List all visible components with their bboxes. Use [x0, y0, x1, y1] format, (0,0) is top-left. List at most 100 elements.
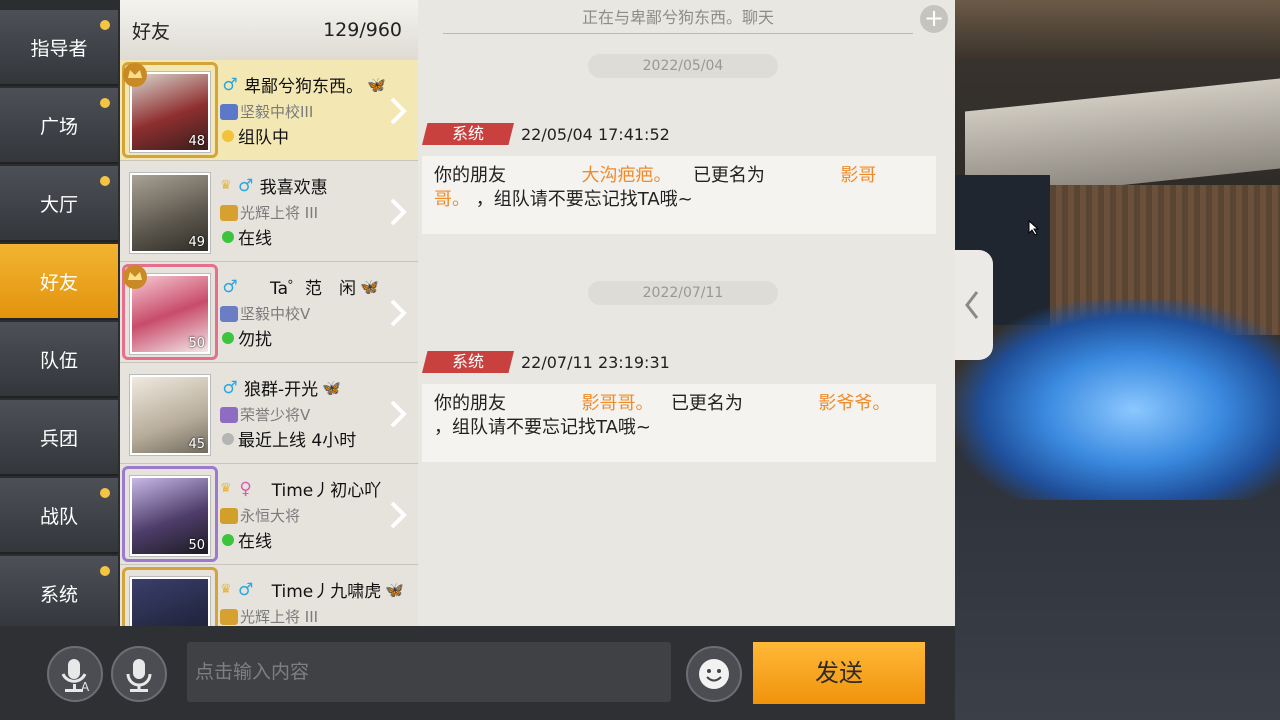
chevron-left-icon: [965, 291, 979, 319]
notification-dot: [100, 488, 110, 498]
sidebar-item-label: 战队: [39, 505, 78, 528]
game-scene-background: [955, 0, 1280, 720]
chevron-right-icon[interactable]: [386, 197, 410, 227]
chat-input[interactable]: 点击输入内容: [187, 642, 671, 702]
level-label: 49: [188, 235, 205, 250]
sidebar-item-plaza[interactable]: 广场: [0, 88, 118, 164]
friend-row[interactable]: 45 ♂ 狼群-开光 🦋 荣誉少将V 最近上线 4小时: [120, 363, 418, 464]
level-label: 50: [188, 538, 205, 553]
message-time: 22/05/04 17:41:52: [521, 125, 670, 144]
status-line: 在线: [222, 224, 272, 249]
status-dot-icon: [222, 230, 234, 243]
level-label: 48: [188, 134, 205, 149]
status-dot-icon: [222, 129, 234, 142]
crown-icon: ♛: [220, 481, 232, 496]
sidebar-item-label: 系统: [39, 583, 78, 606]
avatar[interactable]: 50: [130, 476, 210, 556]
voice-to-text-button[interactable]: A: [47, 646, 103, 702]
sidebar-item-system[interactable]: 系统: [0, 556, 118, 632]
friend-count: 129/960: [323, 19, 402, 41]
friend-name: 狼群-开光: [244, 380, 319, 400]
vip-crown-icon: [123, 63, 147, 87]
avatar[interactable]: 49: [130, 173, 210, 253]
friend-row[interactable]: ♛ ♂ Time丿九啸虎 🦋 光辉上将 III: [120, 565, 418, 626]
send-button[interactable]: 发送: [753, 642, 925, 704]
rank-line: 坚毅中校III: [220, 101, 313, 122]
rank-label: 光辉上将 III: [240, 204, 319, 222]
car-model[interactable]: [955, 300, 1280, 500]
avatar[interactable]: 45: [130, 375, 210, 455]
sidebar-item-label: 大厅: [39, 193, 78, 216]
sidebar-item-team[interactable]: 队伍: [0, 322, 118, 398]
butterfly-icon: 🦋: [367, 75, 386, 94]
chevron-right-icon[interactable]: [386, 298, 410, 328]
category-sidebar: 指导者 广场 大厅 好友 队伍 兵团 战队 系统: [0, 0, 120, 632]
message-prefix: 你的朋友: [434, 393, 506, 414]
sidebar-item-friends[interactable]: 好友: [0, 244, 118, 320]
friend-row[interactable]: 49 ♛ ♂ 我喜欢惠 光辉上将 III 在线: [120, 161, 418, 262]
friend-name-line: ♛ ♂ 我喜欢惠: [220, 173, 328, 199]
rank-line: 荣誉少将V: [220, 404, 310, 425]
date-divider: 2022/05/04: [588, 54, 778, 78]
sidebar-item-mentor[interactable]: 指导者: [0, 10, 118, 86]
sidebar-item-label: 广场: [39, 115, 78, 138]
friend-name-line: ♛ ♀ Time丿初心吖: [220, 476, 382, 502]
butterfly-icon: 🦋: [385, 580, 404, 599]
rank-label: 坚毅中校V: [240, 305, 311, 323]
rank-label: 荣誉少将V: [240, 406, 311, 424]
friend-row[interactable]: 50 ♛ ♀ Time丿初心吖 永恒大将 在线: [120, 464, 418, 565]
vip-crown-icon: [123, 265, 147, 289]
sidebar-item-corps[interactable]: 兵团: [0, 400, 118, 476]
friend-name: Time丿初心吖: [271, 481, 382, 501]
old-name: 影哥哥。: [581, 393, 654, 414]
mic-text-icon: A: [61, 659, 90, 694]
status-label: 组队中: [238, 128, 289, 148]
male-icon: ♂: [238, 175, 254, 196]
plus-icon[interactable]: +: [920, 5, 948, 33]
chevron-right-icon[interactable]: [386, 96, 410, 126]
sidebar-item-label: 兵团: [39, 427, 78, 450]
rank-icon: [220, 507, 238, 524]
message-suffix: ，组队请不要忘记找TA哦~: [434, 417, 651, 438]
chevron-right-icon[interactable]: [386, 399, 410, 429]
expand-tab[interactable]: [955, 250, 993, 360]
friend-name-line: ♂ 卑鄙兮狗东西。 🦋: [220, 72, 386, 98]
sidebar-item-hall[interactable]: 大厅: [0, 166, 118, 242]
male-icon: ♂: [238, 579, 254, 600]
chevron-right-icon[interactable]: [386, 500, 410, 530]
friend-name-line: ♂ Ta゜范 闲 🦋: [220, 274, 378, 300]
friend-row[interactable]: 50 ♂ Ta゜范 闲 🦋 坚毅中校V 勿扰: [120, 262, 418, 363]
rank-label: 光辉上将 III: [240, 608, 319, 626]
rank-line: 坚毅中校V: [220, 303, 310, 324]
emoji-button[interactable]: [686, 646, 742, 702]
old-name: 大沟疤疤。: [581, 165, 672, 186]
system-tag: 系统: [422, 123, 514, 145]
sidebar-item-squad[interactable]: 战队: [0, 478, 118, 554]
rank-line: 永恒大将: [220, 505, 300, 526]
new-name: 影哥: [840, 165, 877, 186]
status-dot-icon: [222, 533, 234, 546]
friend-row[interactable]: 48 ♂ 卑鄙兮狗东西。 🦋 坚毅中校III 组队中: [120, 60, 418, 161]
message-mid: 已更名为: [670, 393, 743, 414]
status-line: 在线: [222, 527, 272, 552]
sidebar-item-label: 指导者: [30, 37, 88, 60]
status-label: 在线: [238, 532, 272, 552]
new-name: 影爷爷。: [818, 393, 891, 414]
status-dot-icon: [222, 331, 234, 344]
level-label: 50: [188, 336, 205, 351]
chat-panel: 正在与卑鄙兮狗东西。聊天 + 2022/05/04 系统 22/05/04 17…: [418, 0, 955, 626]
status-line: 组队中: [222, 123, 289, 148]
rank-icon: [220, 305, 238, 322]
mic-icon: [126, 659, 152, 692]
rank-icon: [220, 103, 238, 120]
notification-dot: [100, 176, 110, 186]
voice-button[interactable]: [111, 646, 167, 702]
rank-label: 坚毅中校III: [240, 103, 314, 121]
friend-list-title: 好友: [132, 20, 171, 43]
status-line: 勿扰: [222, 325, 272, 350]
rank-line: 光辉上将 III: [220, 606, 318, 626]
new-name-cont: 哥。: [434, 189, 470, 210]
sidebar-item-label: 队伍: [39, 349, 78, 372]
avatar[interactable]: [130, 577, 210, 626]
garage-ceiling: [955, 0, 1280, 60]
